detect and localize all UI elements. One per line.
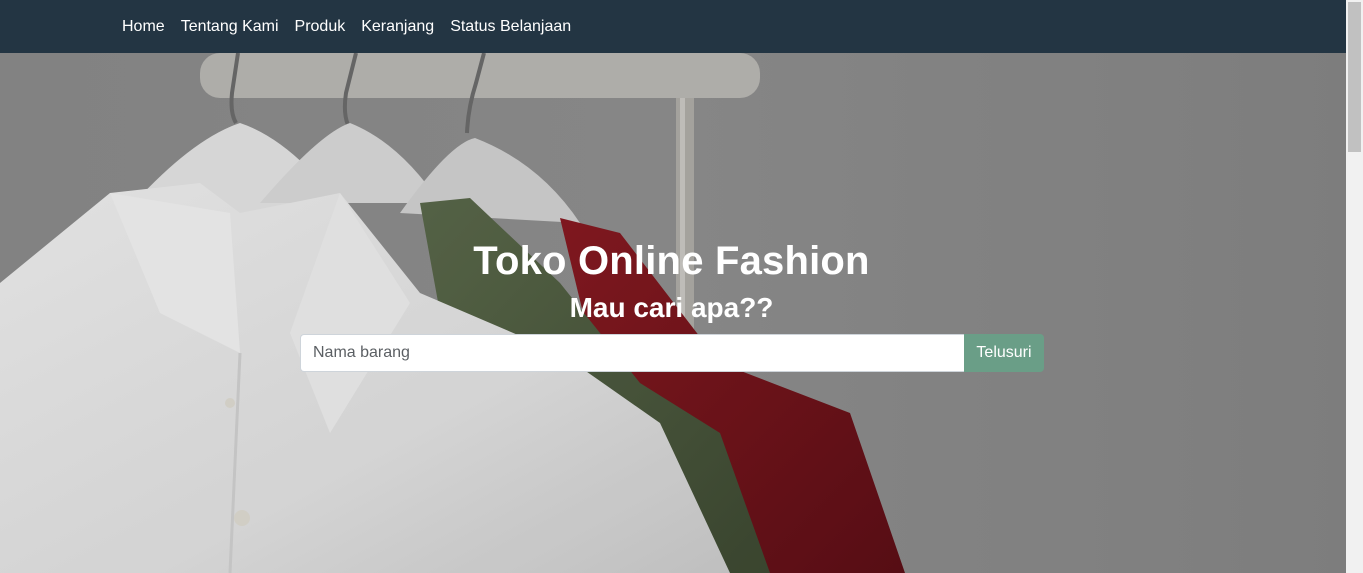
page: Home Tentang Kami Produk Keranjang Statu…	[0, 0, 1363, 573]
search-input[interactable]	[300, 334, 964, 372]
search-form: Telusuri	[300, 334, 1044, 372]
hero-subtitle: Mau cari apa??	[569, 292, 774, 323]
scrollbar-thumb[interactable]	[1348, 2, 1361, 152]
hero-content: Toko Online Fashion Mau cari apa?? Telus…	[0, 53, 1346, 573]
nav-keranjang[interactable]: Keranjang	[361, 18, 434, 35]
nav-home[interactable]: Home	[122, 18, 165, 35]
hero-title: Toko Online Fashion	[473, 239, 870, 283]
search-button[interactable]: Telusuri	[964, 334, 1044, 372]
hero-section: Toko Online Fashion Mau cari apa?? Telus…	[0, 53, 1346, 573]
nav-status-belanjaan[interactable]: Status Belanjaan	[450, 18, 571, 35]
navbar: Home Tentang Kami Produk Keranjang Statu…	[0, 0, 1346, 53]
nav-tentang-kami[interactable]: Tentang Kami	[181, 18, 279, 35]
nav-produk[interactable]: Produk	[295, 18, 346, 35]
nav-menu: Home Tentang Kami Produk Keranjang Statu…	[122, 0, 587, 53]
page-scrollbar[interactable]	[1346, 0, 1363, 573]
